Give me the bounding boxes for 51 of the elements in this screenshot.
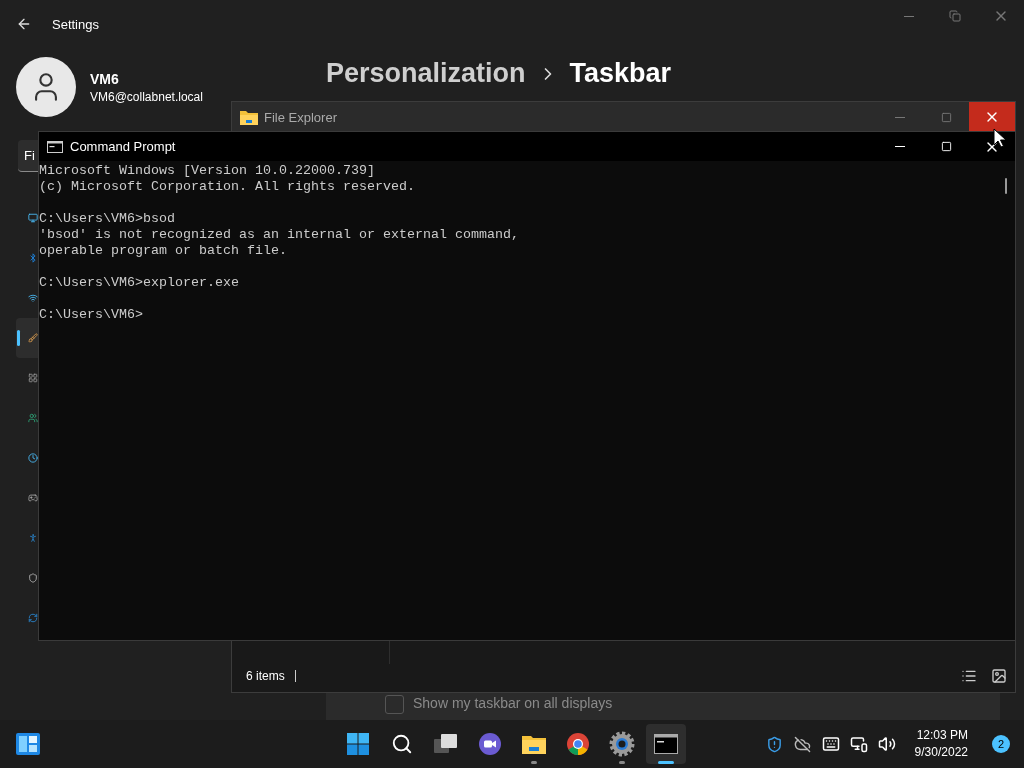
console-line: C:\Users\VM6>: [39, 307, 144, 323]
avatar: [16, 57, 76, 117]
minimize-icon: [904, 15, 914, 17]
widgets-icon[interactable]: [16, 733, 40, 755]
clock-date[interactable]: 9/30/2022: [914, 744, 968, 761]
clock-icon: [28, 450, 38, 466]
terminal-icon: [47, 140, 63, 153]
bluetooth-icon: [28, 250, 38, 266]
scrollbar-thumb[interactable]: [1005, 178, 1007, 194]
cloud-off-icon[interactable]: [794, 735, 812, 753]
back-icon[interactable]: [16, 16, 32, 32]
volume-icon[interactable]: [877, 735, 896, 753]
taskbar-app-button[interactable]: [646, 724, 686, 764]
folder-icon: [240, 109, 258, 125]
maximize-icon: [940, 141, 952, 152]
minimize-icon: [895, 146, 905, 147]
search-field[interactable]: Fi: [18, 140, 38, 172]
browser-icon: [566, 732, 590, 756]
search-icon: [391, 733, 413, 755]
status-text: 6 items: [246, 669, 285, 683]
network-icon[interactable]: [849, 735, 868, 753]
console-line: C:\Users\VM6>explorer.exe: [39, 275, 240, 291]
notification-badge[interactable]: 2: [992, 735, 1010, 753]
keyboard-icon[interactable]: [821, 735, 840, 753]
task-view-icon: [434, 733, 458, 755]
shield-warning-icon[interactable]: [766, 735, 784, 753]
console-line: (c) Microsoft Corporation. All rights reserved.: [39, 179, 416, 195]
breadcrumb-item: Taskbar: [569, 58, 672, 89]
console-line: 'bsod' is not recognized as an internal or external command,: [39, 227, 520, 243]
window-title: Settings: [52, 16, 99, 32]
checkbox-label: Show my taskbar on all displays: [413, 695, 613, 711]
tiles-view-button[interactable]: [989, 667, 1009, 685]
breadcrumb-item[interactable]: Personalization: [326, 58, 526, 89]
console-line: C:\Users\VM6>bsod: [39, 211, 176, 227]
user-name: VM6: [90, 70, 120, 87]
window-title: Command Prompt: [70, 139, 176, 154]
terminal-icon: [654, 734, 678, 754]
maximize-icon: [940, 111, 952, 123]
nav-item[interactable]: [16, 318, 38, 358]
user-email: VM6@collabnet.local: [90, 89, 203, 104]
gear-icon: [609, 731, 635, 757]
shield-icon: [28, 570, 38, 586]
windows-logo-icon: [346, 732, 370, 756]
console-line: operable program or batch file.: [39, 243, 288, 259]
restore-icon: [949, 10, 961, 22]
window-title: File Explorer: [264, 109, 337, 125]
clock-time[interactable]: 12:03 PM: [916, 727, 968, 744]
video-chat-icon: [478, 732, 502, 756]
folder-icon: [521, 733, 547, 755]
minimize-icon: [895, 116, 905, 118]
console-line: Microsoft Windows [Version 10.0.22000.739]: [39, 163, 376, 179]
